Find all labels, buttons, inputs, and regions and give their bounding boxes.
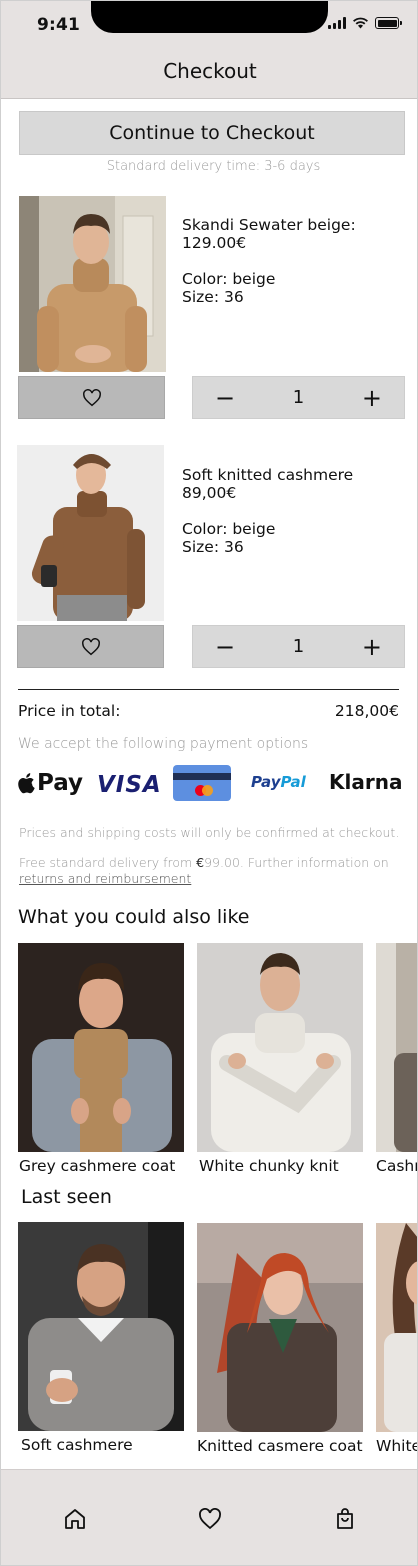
product-photo	[376, 943, 417, 1152]
mastercard-logo	[195, 785, 213, 796]
delivery-time-note: Standard delivery time: 3-6 days	[106, 159, 321, 174]
cart-item-price: 129.00€	[182, 234, 247, 252]
heart-icon	[81, 637, 100, 655]
cart-item-photo[interactable]	[17, 445, 164, 621]
apple-pay-text: Pay	[37, 770, 84, 796]
payment-options-note: We accept the following payment options	[18, 736, 309, 752]
continue-to-checkout-button[interactable]: Continue to Checkout	[19, 111, 405, 155]
product-photo	[18, 943, 184, 1152]
header: 9:41 Checkout	[1, 1, 417, 99]
page-title: Checkout	[163, 59, 257, 83]
cart-item-color: Color: beige	[182, 520, 276, 538]
last-seen-label: Knitted casmere coat	[197, 1437, 363, 1455]
last-seen-card[interactable]: Soft cashmere	[18, 1222, 184, 1454]
free-delivery-amount: 99.00	[204, 855, 240, 870]
quantity-stepper: − 1 +	[192, 376, 405, 419]
paypal-text-pay: Pay	[251, 773, 281, 791]
product-photo	[197, 1223, 363, 1432]
quantity-value: 1	[292, 636, 305, 657]
heart-icon	[82, 388, 101, 406]
last-seen-title: Last seen	[21, 1186, 112, 1208]
last-seen-card[interactable]: White	[376, 1223, 418, 1463]
recommendation-card[interactable]: White chunky knit	[197, 943, 363, 1175]
free-delivery-text-end: . Further information on	[239, 855, 389, 870]
home-icon	[65, 1509, 85, 1529]
free-delivery-note: Free standard delivery from €99.00. Furt…	[19, 855, 399, 887]
cart-item-color: Color: beige	[182, 270, 276, 288]
recommendation-card[interactable]: Grey cashmere coat	[18, 943, 184, 1175]
last-seen-label: Soft cashmere	[21, 1436, 133, 1454]
quantity-stepper: − 1 +	[192, 625, 405, 668]
mastercard-card-icon	[173, 765, 231, 801]
price-total-row: Price in total: 218,00€	[18, 702, 399, 720]
free-delivery-text: Free standard delivery from	[19, 855, 197, 870]
product-photo	[197, 943, 363, 1152]
wifi-icon	[353, 17, 368, 29]
bag-icon	[337, 1508, 353, 1529]
recommendation-label: White chunky knit	[199, 1157, 339, 1175]
status-time: 9:41	[37, 15, 81, 35]
cart-item-details: Soft knitted cashmere 89,00€ Color: beig…	[182, 466, 353, 556]
cart-item-photo[interactable]	[19, 196, 166, 372]
increase-quantity-button[interactable]: +	[362, 386, 382, 410]
cart-item-size: Size: 36	[182, 538, 244, 556]
paypal-text-pal: Pal	[280, 773, 306, 791]
cart-item-size: Size: 36	[182, 288, 244, 306]
status-icons	[328, 17, 402, 29]
increase-quantity-button[interactable]: +	[362, 635, 382, 659]
device-notch	[91, 1, 328, 33]
price-total-value: 218,00€	[334, 702, 399, 720]
signal-icon	[328, 17, 346, 29]
paypal-logo: PayPal	[251, 773, 306, 791]
apple-pay-logo: Pay	[17, 770, 83, 796]
recommendations-title: What you could also like	[18, 906, 250, 928]
nav-favorites-button[interactable]	[197, 1506, 223, 1532]
checkout-screen: 9:41 Checkout Continue to Checkout Stand…	[0, 0, 418, 1566]
heart-icon	[199, 1508, 221, 1530]
decrease-quantity-button[interactable]: −	[215, 386, 235, 410]
favorite-button[interactable]	[17, 625, 164, 668]
cart-item-name: Skandi Sewater beige:	[182, 216, 356, 234]
cart-item-price: 89,00€	[182, 484, 237, 502]
product-photo-brown-turtleneck	[17, 445, 164, 621]
product-photo	[376, 1223, 417, 1432]
recommendation-label: Grey cashmere coat	[19, 1157, 176, 1175]
klarna-logo: Klarna	[329, 770, 403, 794]
nav-home-button[interactable]	[62, 1506, 88, 1532]
free-delivery-currency: €	[196, 855, 205, 870]
decrease-quantity-button[interactable]: −	[215, 635, 235, 659]
recommendation-card[interactable]: Cashm	[376, 943, 417, 1183]
nav-cart-button[interactable]	[332, 1506, 358, 1532]
returns-link[interactable]: returns and reimbursement	[19, 871, 191, 886]
apple-icon	[18, 773, 35, 794]
last-seen-card[interactable]: Knitted casmere coat	[197, 1223, 363, 1455]
last-seen-label: White	[376, 1437, 418, 1455]
cart-item-name: Soft knitted cashmere	[182, 466, 354, 484]
cart-item-details: Skandi Sewater beige: 129.00€ Color: bei…	[182, 216, 356, 306]
battery-icon	[375, 17, 402, 29]
quantity-value: 1	[292, 387, 305, 408]
payment-logos: Pay VISA PayPal Klarna	[17, 764, 407, 804]
price-total-label: Price in total:	[18, 702, 121, 720]
pricing-disclaimer: Prices and shipping costs will only be c…	[19, 825, 400, 840]
divider	[18, 689, 399, 690]
favorite-button[interactable]	[18, 376, 165, 419]
bottom-navigation	[1, 1469, 417, 1565]
visa-logo: VISA	[97, 772, 162, 798]
product-photo-beige-turtleneck	[19, 196, 166, 372]
product-photo	[18, 1222, 184, 1431]
recommendation-label: Cashm	[376, 1157, 417, 1175]
